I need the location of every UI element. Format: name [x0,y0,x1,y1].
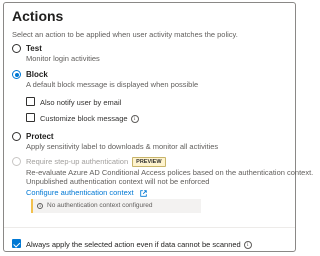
customize-message-checkbox[interactable] [26,113,35,122]
info-icon: i [37,202,43,209]
info-icon[interactable]: i [243,241,252,250]
actions-panel: Actions Select an action to be applied w… [3,2,313,252]
always-apply-checkbox[interactable] [12,239,21,248]
customize-message-row[interactable]: Customize block message i [40,114,139,124]
step-up-description-1: Re-evaluate Azure AD Conditional Access … [26,168,314,177]
customize-message-label[interactable]: Customize block message [40,114,128,123]
panel-title: Actions [12,8,64,24]
block-label[interactable]: Block [26,70,48,79]
no-auth-context-message: i No authentication context configured [31,199,201,213]
protect-radio[interactable] [12,132,21,141]
notify-email-label[interactable]: Also notify user by email [40,98,121,107]
protect-description: Apply sensitivity label to downloads & m… [26,142,219,151]
panel-subtitle: Select an action to be applied when user… [12,30,238,39]
test-radio[interactable] [12,44,21,53]
always-apply-label[interactable]: Always apply the selected action even if… [26,240,241,249]
protect-label[interactable]: Protect [26,132,54,141]
footer-divider [4,227,295,228]
configure-auth-context-label[interactable]: Configure authentication context [26,188,134,197]
step-up-row: Require step-up authentication PREVIEW [26,157,166,168]
step-up-label: Require step-up authentication [26,157,129,166]
step-up-radio [12,157,21,166]
test-label[interactable]: Test [26,44,42,53]
notify-email-checkbox[interactable] [26,97,35,106]
no-auth-context-text: No authentication context configured [47,202,153,209]
always-apply-row[interactable]: Always apply the selected action even if… [26,240,252,250]
test-description: Monitor login activities [26,54,100,63]
info-icon[interactable]: i [130,115,139,124]
block-radio[interactable] [12,70,21,79]
configure-auth-context-link[interactable]: Configure authentication context [26,188,147,197]
block-description: A default block message is displayed whe… [26,80,199,89]
step-up-description-2: Unpublished authentication context will … [26,177,210,186]
external-link-icon[interactable] [139,189,147,197]
preview-badge: PREVIEW [132,157,166,168]
